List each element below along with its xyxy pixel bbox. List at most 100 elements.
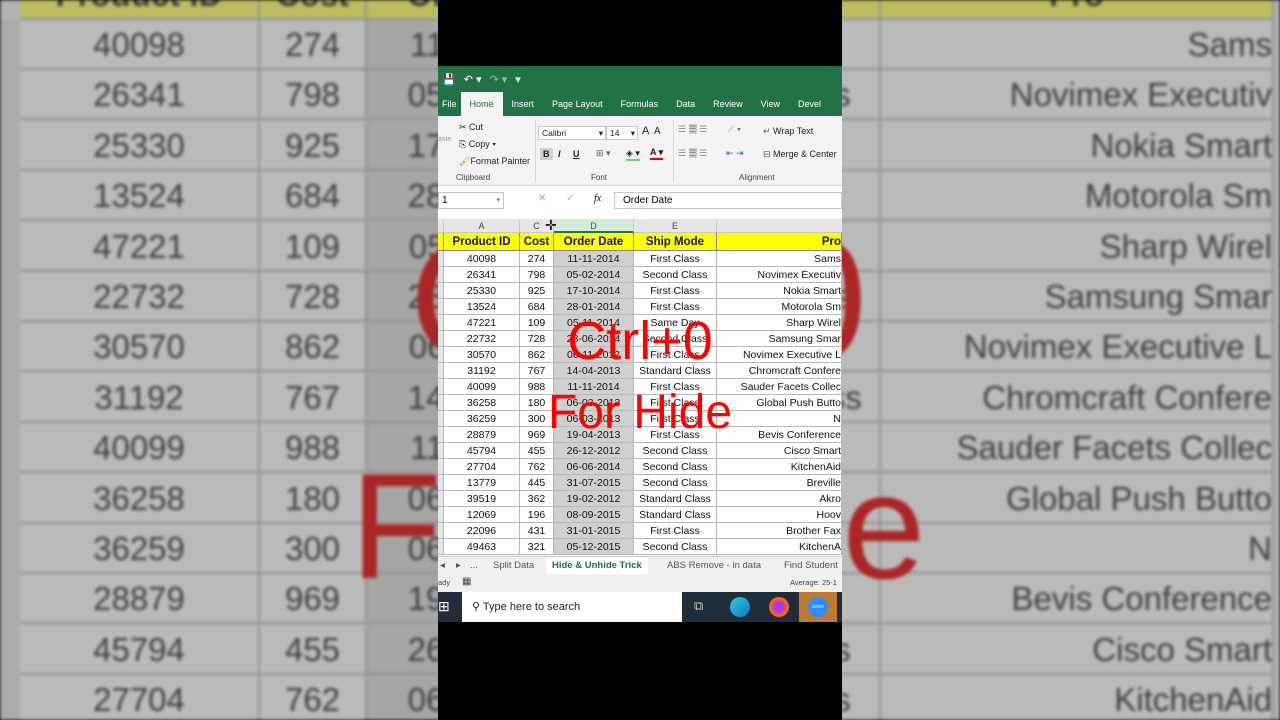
zoom-app-button[interactable]: zoom: [799, 592, 837, 622]
cost-cell[interactable]: 762: [520, 459, 554, 475]
tab-review[interactable]: Review: [704, 92, 752, 116]
header-cell[interactable]: Cost: [520, 233, 554, 251]
order-date-cell[interactable]: 05-02-2014: [554, 267, 634, 283]
ship-mode-cell[interactable]: First Class: [634, 251, 717, 267]
cost-cell[interactable]: 455: [520, 443, 554, 459]
ship-mode-cell[interactable]: Second Class: [634, 443, 717, 459]
product-id-cell[interactable]: 25330: [444, 283, 520, 299]
column-header-e[interactable]: E: [634, 219, 717, 233]
product-name-cell[interactable]: Akro: [717, 491, 842, 507]
ship-mode-cell[interactable]: Second Class: [634, 539, 717, 555]
taskbar-search-input[interactable]: ⚲ Type here to search: [462, 592, 682, 622]
sheet-tab-split-data[interactable]: Split Data: [493, 560, 534, 571]
product-name-cell[interactable]: Cisco Smart: [717, 443, 842, 459]
macro-record-icon[interactable]: ▦: [462, 576, 471, 587]
order-date-cell[interactable]: 11-11-2014: [554, 251, 634, 267]
fill-color-icon[interactable]: ◈ ▾: [626, 148, 640, 161]
cost-cell[interactable]: 684: [520, 299, 554, 315]
order-date-cell[interactable]: 31-01-2015: [554, 523, 634, 539]
scroll-right-icon[interactable]: ▸: [456, 560, 461, 571]
shrink-font-button[interactable]: A: [654, 126, 661, 137]
firefox-icon[interactable]: [769, 597, 789, 617]
edge-icon[interactable]: [730, 597, 750, 617]
product-name-cell[interactable]: Brother Fax: [717, 523, 842, 539]
tab-page-layout[interactable]: Page Layout: [543, 92, 612, 116]
task-view-icon[interactable]: ⧉: [694, 598, 703, 614]
order-date-cell[interactable]: 26-12-2012: [554, 443, 634, 459]
orientation-icon[interactable]: ⟋ ▾: [728, 124, 741, 135]
windows-start-icon[interactable]: ⊞: [438, 598, 450, 615]
cut-button[interactable]: ✂ Cut: [459, 122, 483, 133]
vertical-align-icons[interactable]: ☰ ☰ ☰: [678, 124, 707, 135]
more-sheets-button[interactable]: ...: [470, 560, 478, 571]
scroll-left-icon[interactable]: ◂: [440, 560, 445, 571]
product-id-cell[interactable]: 13524: [444, 299, 520, 315]
cancel-icon[interactable]: ✕: [538, 193, 546, 204]
product-name-cell[interactable]: KitchenA: [717, 539, 842, 555]
header-cell[interactable]: Order Date: [554, 233, 634, 251]
cost-cell[interactable]: 431: [520, 523, 554, 539]
horizontal-align-icons[interactable]: ☰ ☰ ☰: [678, 148, 707, 159]
formula-input[interactable]: Order Date: [614, 192, 842, 209]
product-name-cell[interactable]: Breville: [717, 475, 842, 491]
product-id-cell[interactable]: 22096: [444, 523, 520, 539]
enter-icon[interactable]: ✓: [566, 193, 574, 204]
ship-mode-cell[interactable]: First Class: [634, 283, 717, 299]
save-icon[interactable]: 💾: [442, 73, 456, 86]
order-date-cell[interactable]: 06-06-2014: [554, 459, 634, 475]
tab-view[interactable]: View: [752, 92, 789, 116]
ship-mode-cell[interactable]: Second Class: [634, 267, 717, 283]
ship-mode-cell[interactable]: Standard Class: [634, 491, 717, 507]
borders-icon[interactable]: ⊞ ▾: [596, 148, 611, 159]
column-header-f[interactable]: [717, 219, 842, 233]
customize-icon[interactable]: ▾: [515, 73, 521, 86]
column-header-a[interactable]: A: [444, 219, 520, 233]
product-name-cell[interactable]: Nokia Smart: [717, 283, 842, 299]
cost-cell[interactable]: 925: [520, 283, 554, 299]
cost-cell[interactable]: 321: [520, 539, 554, 555]
tab-developer[interactable]: Devel: [789, 92, 830, 116]
ship-mode-cell[interactable]: Standard Class: [634, 507, 717, 523]
sheet-tab-abs-remove[interactable]: ABS Remove - in data: [667, 560, 761, 571]
redo-icon[interactable]: ↷ ▾: [490, 73, 508, 86]
product-name-cell[interactable]: Sams: [717, 251, 842, 267]
undo-icon[interactable]: ↶ ▾: [464, 73, 482, 86]
cost-cell[interactable]: 196: [520, 507, 554, 523]
order-date-cell[interactable]: 17-10-2014: [554, 283, 634, 299]
paste-button[interactable]: aste: [438, 136, 451, 143]
order-date-cell[interactable]: 05-12-2015: [554, 539, 634, 555]
product-id-cell[interactable]: 13779: [444, 475, 520, 491]
sheet-tab-find-student[interactable]: Find Student: [784, 560, 838, 571]
format-painter-button[interactable]: 🖌Format Painter: [459, 156, 530, 167]
cost-cell[interactable]: 798: [520, 267, 554, 283]
product-name-cell[interactable]: Motorola Sm: [717, 299, 842, 315]
ship-mode-cell[interactable]: Second Class: [634, 459, 717, 475]
column-header-d[interactable]: D: [554, 219, 634, 233]
wrap-text-button[interactable]: ↵ Wrap Text: [763, 126, 813, 137]
product-id-cell[interactable]: 12069: [444, 507, 520, 523]
tab-insert[interactable]: Insert: [503, 92, 544, 116]
cost-cell[interactable]: 362: [520, 491, 554, 507]
header-cell[interactable]: Pro: [717, 233, 842, 251]
tab-home[interactable]: Home: [460, 92, 503, 116]
merge-center-button[interactable]: ⊟ Merge & Center: [763, 149, 837, 160]
product-name-cell[interactable]: Hoov: [717, 507, 842, 523]
bold-button[interactable]: B: [540, 148, 553, 160]
order-date-cell[interactable]: 08-09-2015: [554, 507, 634, 523]
sheet-tab-hide-unhide[interactable]: Hide & Unhide Trick: [546, 557, 648, 574]
tab-data[interactable]: Data: [667, 92, 704, 116]
name-box[interactable]: 1 ▾: [438, 192, 504, 209]
header-cell[interactable]: Product ID: [444, 233, 520, 251]
product-id-cell[interactable]: 26341: [444, 267, 520, 283]
copy-button[interactable]: ⎘ Copy ▾: [459, 139, 496, 150]
product-id-cell[interactable]: 49463: [444, 539, 520, 555]
font-color-button[interactable]: A ▾: [650, 147, 664, 160]
product-id-cell[interactable]: 27704: [444, 459, 520, 475]
font-name-select[interactable]: Calibri ▾: [538, 126, 606, 140]
product-id-cell[interactable]: 45794: [444, 443, 520, 459]
order-date-cell[interactable]: 19-02-2012: [554, 491, 634, 507]
header-cell[interactable]: Ship Mode: [634, 233, 717, 251]
cost-cell[interactable]: 445: [520, 475, 554, 491]
product-id-cell[interactable]: 39519: [444, 491, 520, 507]
grow-font-button[interactable]: A: [642, 125, 649, 137]
